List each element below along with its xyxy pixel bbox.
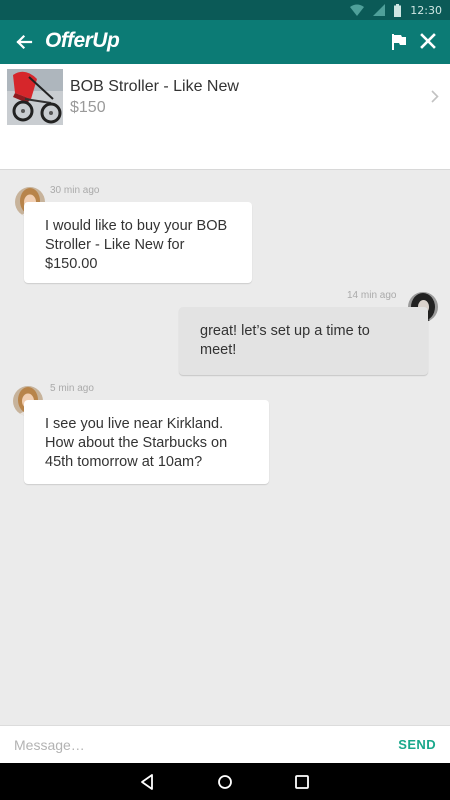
app-bar: OfferUp xyxy=(0,20,450,64)
listing-price: $150 xyxy=(70,99,106,116)
status-bar: 12:30 xyxy=(0,0,450,20)
back-arrow-icon[interactable] xyxy=(14,32,34,52)
message-line: How about the Starbucks on xyxy=(45,435,228,451)
listing-title: BOB Stroller - Like New xyxy=(70,78,239,95)
message-line: I would like to buy your BOB xyxy=(45,218,228,234)
message-timestamp: 14 min ago xyxy=(347,290,397,301)
message-input[interactable] xyxy=(14,733,374,757)
message-timestamp: 30 min ago xyxy=(50,185,100,196)
message-line: $150.00 xyxy=(45,256,98,272)
chevron-right-icon[interactable] xyxy=(431,90,439,103)
message-line: Stroller - Like New for xyxy=(45,237,185,253)
status-time: 12:30 xyxy=(410,3,442,17)
message-line: great! let’s set up a time to xyxy=(200,323,370,339)
stroller-photo xyxy=(7,69,63,125)
send-button[interactable]: SEND xyxy=(398,737,436,752)
message-bubble-incoming[interactable]: I would like to buy your BOB Stroller - … xyxy=(24,202,252,283)
recents-square-icon[interactable] xyxy=(292,772,312,792)
message-composer: SEND xyxy=(0,725,450,763)
message-timestamp: 5 min ago xyxy=(50,383,94,394)
message-bubble-incoming[interactable]: I see you live near Kirkland. How about … xyxy=(24,400,269,484)
message-line: I see you live near Kirkland. xyxy=(45,416,224,432)
home-circle-icon[interactable] xyxy=(215,772,235,792)
app-logo: OfferUp xyxy=(45,29,120,52)
battery-icon xyxy=(394,3,402,17)
system-nav-bar xyxy=(0,763,450,800)
status-icons: 12:30 xyxy=(350,3,442,17)
message-bubble-outgoing[interactable]: great! let’s set up a time to meet! xyxy=(179,307,428,375)
listing-thumbnail[interactable] xyxy=(7,69,63,125)
message-line: 45th tomorrow at 10am? xyxy=(45,454,203,470)
chat-thread[interactable]: 30 min ago I would like to buy your BOB … xyxy=(0,171,450,725)
wifi-icon xyxy=(350,4,365,16)
flag-icon[interactable] xyxy=(390,32,408,52)
close-icon[interactable] xyxy=(420,33,436,49)
listing-card[interactable]: BOB Stroller - Like New $150 xyxy=(0,64,450,170)
back-triangle-icon[interactable] xyxy=(138,772,158,792)
cell-signal-icon xyxy=(373,4,386,16)
message-line: meet! xyxy=(200,342,237,358)
